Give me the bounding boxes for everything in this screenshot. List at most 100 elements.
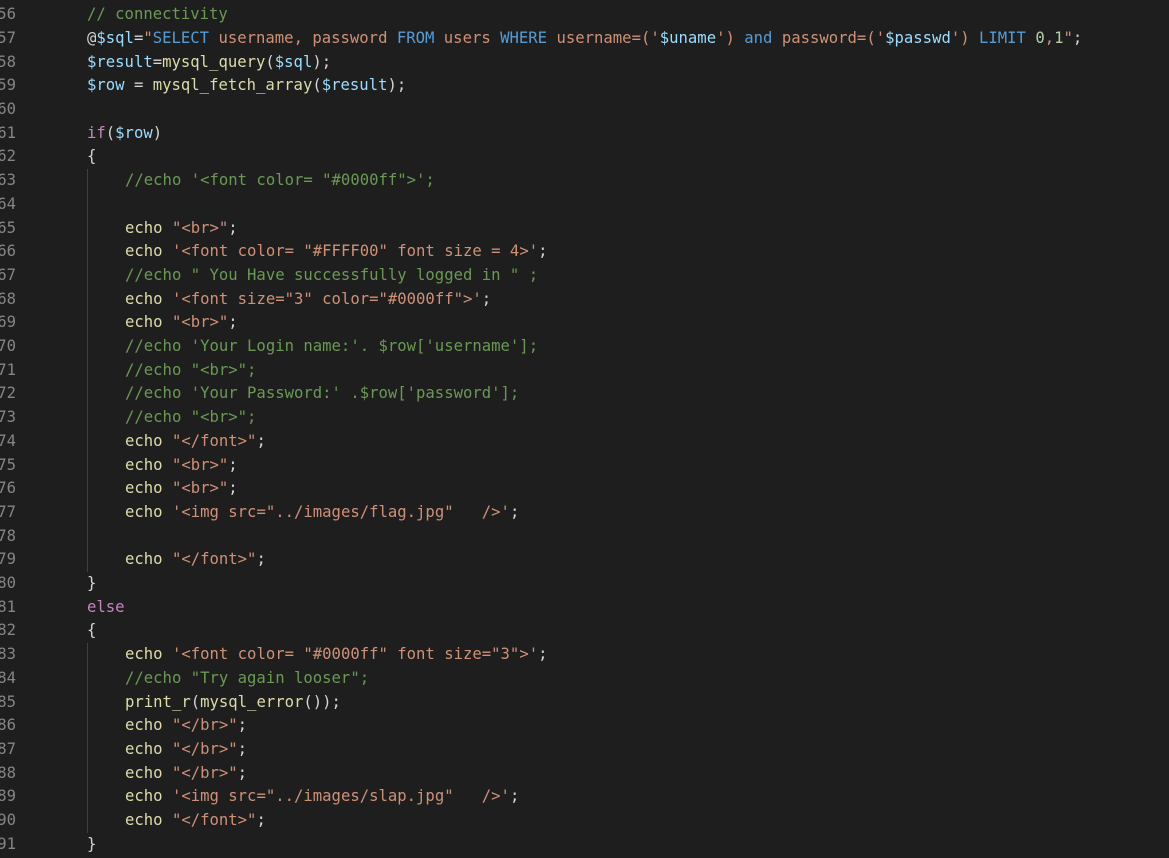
- line-number: 82: [0, 621, 16, 640]
- code-line[interactable]: 61 if($row): [0, 122, 1169, 146]
- code-line[interactable]: 66 echo '<font color= "#FFFF00" font size…: [0, 240, 1169, 264]
- code-text: echo "<br>";: [125, 454, 238, 478]
- code-line[interactable]: 82 {: [0, 619, 1169, 643]
- line-number: 65: [0, 218, 16, 237]
- code-line[interactable]: 57 @$sql="SELECT username, password FROM …: [0, 27, 1169, 51]
- code-line[interactable]: 69 echo "<br>";: [0, 311, 1169, 335]
- code-token: //echo "<br>";: [125, 360, 257, 379]
- code-line[interactable]: 76 echo "<br>";: [0, 477, 1169, 501]
- line-number: 59: [0, 76, 16, 95]
- code-token: =: [124, 76, 153, 95]
- code-line[interactable]: 59 $row = mysql_fetch_array($result);: [0, 74, 1169, 98]
- code-token: );: [387, 76, 407, 95]
- code-token: SELECT: [152, 28, 210, 47]
- code-line[interactable]: 62 {: [0, 145, 1169, 169]
- code-line[interactable]: 67 //echo " You Have successfully logged …: [0, 264, 1169, 288]
- code-line[interactable]: 73 //echo "<br>";: [0, 406, 1169, 430]
- code-token: $sql: [96, 28, 134, 47]
- code-text: //echo "<br>";: [125, 406, 256, 430]
- code-line[interactable]: 79 echo "</font>";: [0, 548, 1169, 572]
- code-line[interactable]: 91}: [0, 833, 1169, 857]
- code-token: //echo '<font color= "#0000ff">';: [125, 171, 435, 190]
- code-token: '): [716, 28, 745, 47]
- line-number: 66: [0, 242, 16, 261]
- code-token: and: [744, 28, 773, 47]
- code-token: $passwd: [885, 28, 951, 47]
- line-number: 79: [0, 550, 16, 569]
- code-token: ;: [509, 502, 520, 521]
- code-text: echo "</br>";: [125, 762, 247, 786]
- code-line[interactable]: 72 //echo 'Your Password:' .$row['passwor…: [0, 382, 1169, 406]
- code-token: @: [87, 28, 97, 47]
- code-token: //echo " You Have successfully logged in…: [125, 265, 539, 284]
- code-line[interactable]: 56 // connectivity: [0, 3, 1169, 27]
- line-number: 75: [0, 455, 16, 474]
- code-token: ;: [228, 218, 238, 237]
- line-number: 78: [0, 526, 16, 545]
- code-line[interactable]: 71 //echo "<br>";: [0, 359, 1169, 383]
- code-line[interactable]: 64: [0, 193, 1169, 217]
- code-token: $uname: [659, 28, 717, 47]
- code-token: "<br>": [171, 479, 229, 498]
- code-token: $sql: [274, 52, 313, 71]
- code-text: //echo "Try again looser";: [125, 667, 369, 691]
- code-text: @$sql="SELECT username, password FROM us…: [87, 27, 1082, 51]
- code-line[interactable]: 86 echo "</br>";: [0, 714, 1169, 738]
- code-token: echo: [125, 218, 163, 237]
- code-line[interactable]: 90 echo "</font>";: [0, 809, 1169, 833]
- code-line[interactable]: 85 print_r(mysql_error());: [0, 691, 1169, 715]
- code-token: ;: [237, 716, 248, 735]
- code-token: ;: [228, 479, 238, 498]
- code-token: echo: [125, 763, 163, 782]
- code-token: =: [152, 52, 163, 71]
- code-token: "</br>": [171, 763, 238, 782]
- code-line[interactable]: 89 echo '<img src="../images/slap.jpg" />…: [0, 785, 1169, 809]
- code-line[interactable]: 84 //echo "Try again looser";: [0, 667, 1169, 691]
- code-text: }: [87, 572, 96, 596]
- code-line[interactable]: 87 echo "</br>";: [0, 738, 1169, 762]
- code-token: WHERE: [500, 28, 548, 47]
- line-number: 60: [0, 100, 16, 118]
- code-line[interactable]: 74 echo "</font>";: [0, 430, 1169, 454]
- code-token: print_r: [125, 692, 191, 711]
- code-text: echo '<font color= "#FFFF00" font size =…: [125, 240, 548, 264]
- code-token: $row: [115, 123, 153, 142]
- code-token: echo: [125, 787, 163, 806]
- code-line[interactable]: 77 echo '<img src="../images/flag.jpg" />…: [0, 501, 1169, 525]
- code-line[interactable]: 81 else: [0, 596, 1169, 620]
- code-text: }: [87, 833, 96, 857]
- code-token: =: [133, 28, 144, 47]
- code-line[interactable]: 83 echo '<font color= "#0000ff" font size…: [0, 643, 1169, 667]
- code-line[interactable]: 58 $result=mysql_query($sql);: [0, 51, 1169, 75]
- code-text: $row = mysql_fetch_array($result);: [87, 74, 406, 98]
- code-token: //echo 'Your Password:' .$row['password'…: [125, 384, 520, 403]
- line-number: 72: [0, 384, 16, 403]
- code-line[interactable]: 88 echo "</br>";: [0, 762, 1169, 786]
- code-token: if: [87, 123, 106, 142]
- code-text: echo '<img src="../images/slap.jpg" />';: [125, 785, 519, 809]
- code-line[interactable]: 70 //echo 'Your Login name:'. $row['usern…: [0, 335, 1169, 359]
- code-line[interactable]: 75 echo "<br>";: [0, 454, 1169, 478]
- code-token: ;: [228, 455, 238, 474]
- code-line[interactable]: 63 //echo '<font color= "#0000ff">';: [0, 169, 1169, 193]
- code-line[interactable]: 60: [0, 98, 1169, 122]
- code-line[interactable]: 80}: [0, 572, 1169, 596]
- code-token: }: [87, 834, 97, 853]
- code-text: {: [87, 619, 96, 643]
- code-line[interactable]: 78: [0, 525, 1169, 549]
- code-line[interactable]: 65 echo "<br>";: [0, 217, 1169, 241]
- code-line[interactable]: 68 echo '<font size="3" color="#0000ff">'…: [0, 288, 1169, 312]
- code-editor[interactable]: 56// connectivity 57 @$sql="SELECT usernam…: [0, 0, 1169, 858]
- code-token: echo: [125, 739, 163, 758]
- code-text: echo "<br>";: [125, 311, 238, 335]
- code-token: // connectivity: [87, 5, 228, 24]
- code-text-area[interactable]: 56// connectivity 57 @$sql="SELECT usernam…: [0, 0, 1169, 858]
- code-token: "</font>": [171, 431, 257, 450]
